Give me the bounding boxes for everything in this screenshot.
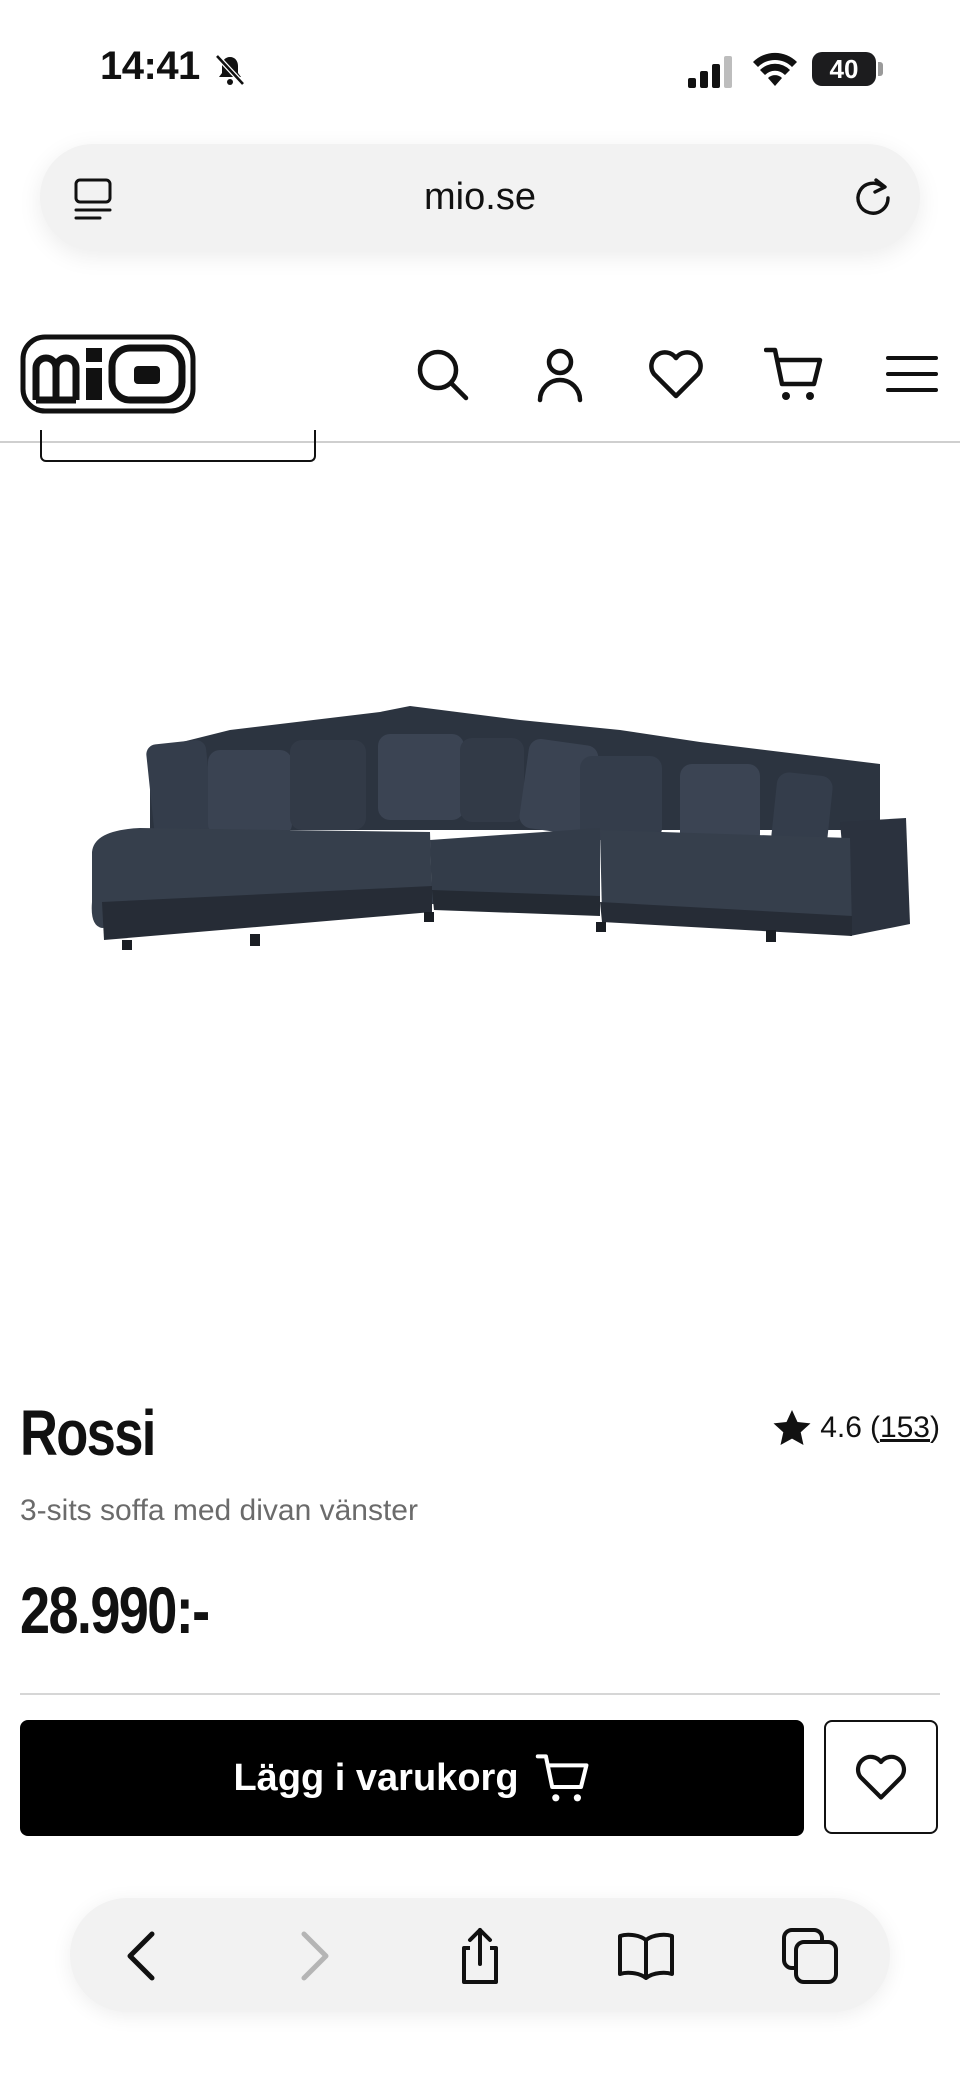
search-icon[interactable]: [412, 344, 472, 404]
product-price: 28.990:-: [20, 1573, 210, 1647]
forward-icon[interactable]: [282, 1926, 342, 1986]
hamburger-menu-icon[interactable]: [882, 344, 942, 404]
url-text[interactable]: mio.se: [40, 176, 920, 219]
rating-value: 4.6: [820, 1411, 862, 1444]
status-time: 14:41: [100, 44, 200, 88]
cellular-signal-icon: [688, 56, 732, 88]
add-to-cart-button[interactable]: Lägg i varukorg: [20, 1720, 804, 1836]
address-bar[interactable]: mio.se: [40, 144, 920, 250]
cart-icon[interactable]: [764, 344, 824, 404]
reload-icon[interactable]: [852, 174, 896, 220]
bookmarks-icon[interactable]: [616, 1926, 676, 1986]
review-count-wrapper[interactable]: (153): [870, 1411, 940, 1445]
tabs-icon[interactable]: [780, 1926, 840, 1986]
browser-toolbar: [70, 1898, 890, 2012]
add-to-cart-label: Lägg i varukorg: [233, 1756, 519, 1799]
wifi-icon: [753, 52, 797, 86]
share-icon[interactable]: [450, 1926, 510, 1986]
back-icon[interactable]: [114, 1926, 174, 1986]
mio-logo[interactable]: [20, 334, 196, 414]
star-icon: [773, 1410, 811, 1445]
product-title: Rossi: [20, 1397, 156, 1469]
product-image-sofa[interactable]: [80, 690, 920, 990]
product-rating[interactable]: 4.6 (153): [772, 1408, 940, 1448]
battery-cap: [878, 62, 883, 76]
review-count-link[interactable]: 153: [880, 1411, 930, 1444]
cart-icon: [535, 1754, 588, 1802]
heart-icon: [855, 1754, 907, 1800]
battery-indicator: 40: [812, 52, 876, 86]
add-to-wishlist-button[interactable]: [824, 1720, 938, 1834]
partial-button-outline[interactable]: [40, 430, 316, 462]
account-icon[interactable]: [530, 344, 590, 404]
section-divider: [20, 1693, 940, 1695]
silent-bell-icon: [215, 54, 245, 86]
product-description: 3-sits soffa med divan vänster: [20, 1494, 418, 1527]
wishlist-heart-icon[interactable]: [646, 344, 706, 404]
